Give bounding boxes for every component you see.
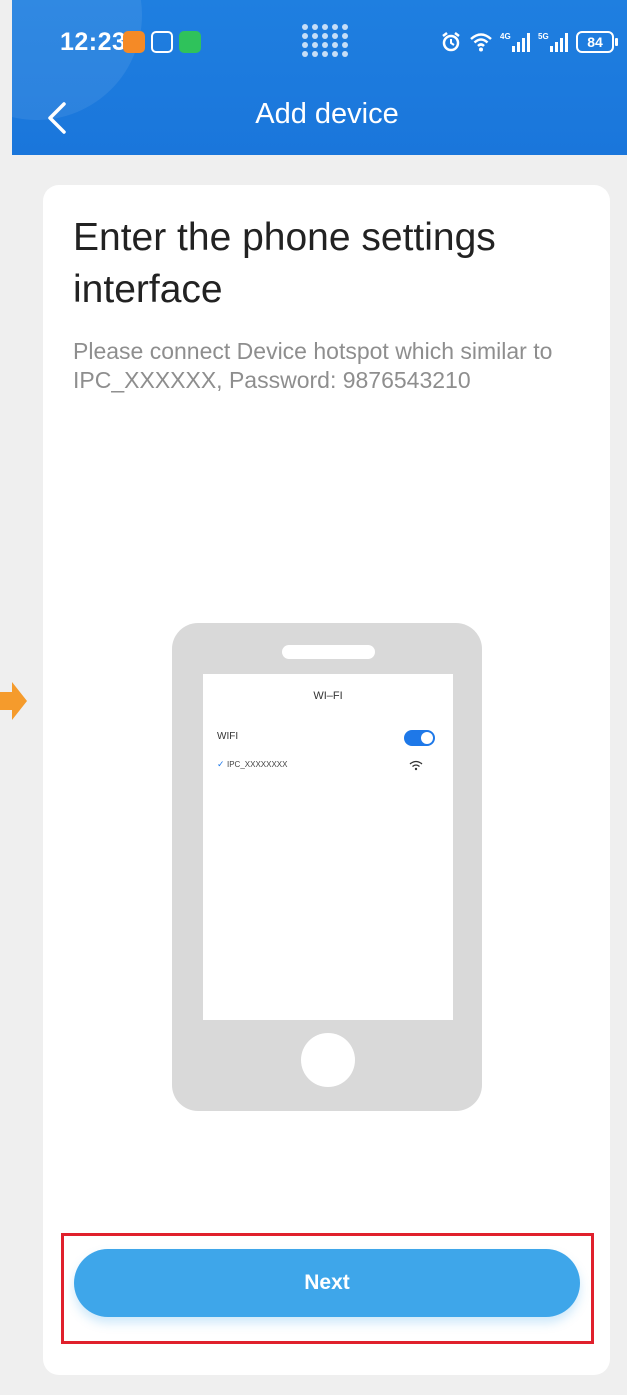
wifi-toggle — [404, 730, 435, 746]
page-title: Add device — [255, 98, 399, 130]
phone-screen: WI–FI WIFI ✓ IPC_XXXXXXXX — [203, 674, 453, 1020]
app-header: 12:23 4G 5G 84 Add device — [12, 0, 627, 155]
gallery-notification-icon — [151, 31, 173, 53]
battery-icon: 84 — [576, 31, 618, 53]
phone-speaker — [282, 645, 375, 659]
next-button[interactable]: Next — [74, 1249, 580, 1317]
app-notification-icon — [123, 31, 145, 53]
network-name: IPC_XXXXXXXX — [227, 760, 288, 769]
content-card: Enter the phone settings interface Pleas… — [43, 185, 610, 1375]
phone-illustration: WI–FI WIFI ✓ IPC_XXXXXXXX — [172, 623, 482, 1111]
signal-5g-label: 5G — [538, 32, 549, 41]
status-icons: 4G 5G 84 — [440, 28, 618, 56]
check-icon: ✓ — [217, 759, 225, 769]
chat-notification-icon — [179, 31, 201, 53]
battery-level: 84 — [587, 34, 603, 50]
instruction-description: Please connect Device hotspot which simi… — [73, 338, 553, 393]
phone-home-button — [301, 1033, 355, 1087]
status-time: 12:23 — [60, 28, 127, 56]
wifi-screen-title: WI–FI — [313, 690, 343, 702]
alarm-icon — [442, 32, 460, 52]
network-wifi-icon — [409, 760, 423, 771]
wifi-icon — [470, 33, 492, 52]
status-bar: 12:23 4G 5G 84 — [12, 0, 627, 90]
toggle-knob — [421, 732, 433, 744]
signal-4g-icon: 4G — [500, 32, 530, 52]
signal-5g-icon: 5G — [538, 32, 568, 52]
network-row: ✓ IPC_XXXXXXXX — [217, 759, 439, 773]
instruction-heading: Enter the phone settings interface — [73, 216, 496, 311]
dots-icon — [302, 24, 350, 58]
wifi-label: WIFI — [217, 731, 239, 742]
signal-4g-label: 4G — [500, 32, 511, 41]
arrow-right-icon — [0, 682, 27, 720]
